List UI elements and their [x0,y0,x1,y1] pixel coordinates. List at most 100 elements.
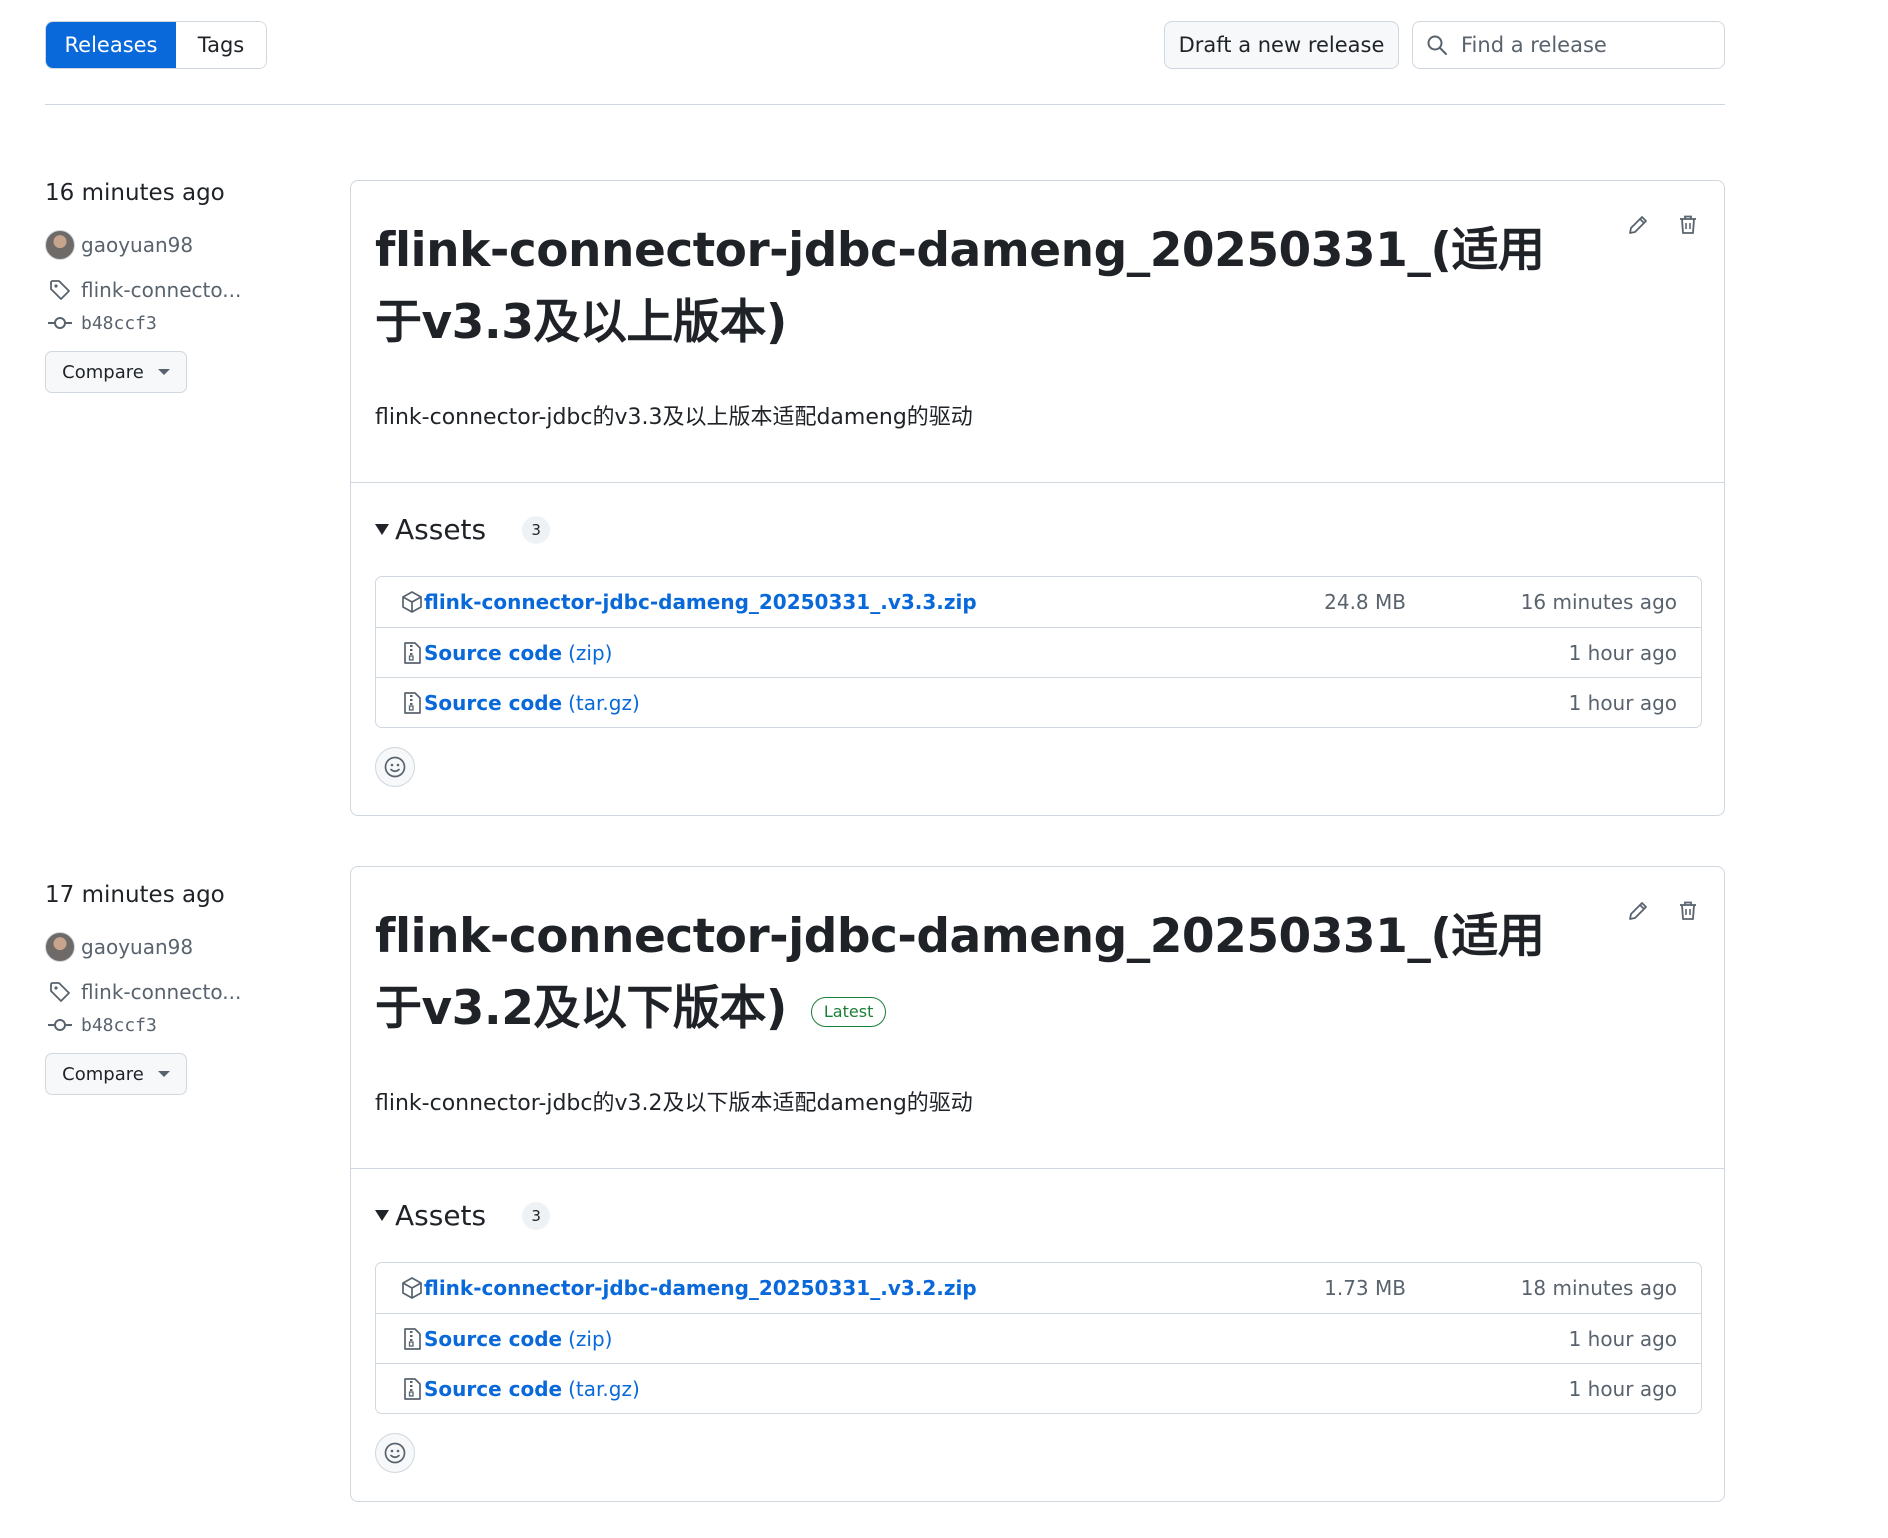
release-time: 17 minutes ago [45,882,225,908]
file-zip-icon [404,691,421,714]
edit-release-button[interactable] [1622,209,1654,241]
author-name[interactable]: gaoyuan98 [81,935,193,959]
card-divider [351,1168,1724,1169]
avatar [45,230,75,260]
asset-row: Source code (tar.gz) 1 hour ago [376,1363,1701,1413]
asset-link[interactable]: flink-connector-jdbc-dameng_20250331_.v3… [424,1276,977,1300]
release-actions [1622,209,1704,241]
asset-size: 24.8 MB [1324,590,1406,614]
latest-badge: Latest [810,996,887,1027]
release-description: flink-connector-jdbc的v3.2及以下版本适配dameng的驱… [375,1091,973,1116]
commit-sha[interactable]: b48ccf3 [81,1015,157,1036]
search-input[interactable] [1459,32,1709,58]
asset-size: 1.73 MB [1324,1276,1406,1300]
compare-button[interactable]: Compare [45,1053,187,1095]
tag-icon [50,280,70,300]
release-title-text[interactable]: flink-connector-jdbc-dameng_20250331_(适用… [375,909,1545,1036]
release-commit[interactable]: b48ccf3 [45,1010,157,1040]
asset-row: Source code (zip) 1 hour ago [376,627,1701,677]
asset-ext[interactable]: (zip) [568,641,612,665]
pencil-icon [1629,216,1647,234]
asset-ext[interactable]: (zip) [568,1327,612,1351]
assets-label: Assets [395,1199,487,1232]
asset-time: 1 hour ago [1568,640,1677,665]
triangle-down-icon [375,1210,389,1221]
release-description: flink-connector-jdbc的v3.3及以上版本适配dameng的驱… [375,405,973,430]
release-title[interactable]: flink-connector-jdbc-dameng_20250331_(适用… [375,215,1575,359]
avatar [45,932,75,962]
release-author[interactable]: gaoyuan98 [45,230,193,260]
package-icon [402,1277,422,1299]
asset-time: 1 hour ago [1568,1326,1677,1351]
asset-link[interactable]: flink-connector-jdbc-dameng_20250331_.v3… [424,590,977,614]
header-divider [45,104,1725,105]
assets-count-badge: 3 [522,1201,551,1230]
release-tag[interactable]: flink-connecto... [45,977,241,1007]
release-card: flink-connector-jdbc-dameng_20250331_(适用… [350,180,1725,816]
pencil-icon [1629,902,1647,920]
tab-tags[interactable]: Tags [176,22,266,68]
package-icon [402,591,422,613]
edit-release-button[interactable] [1622,895,1654,927]
assets-count-badge: 3 [522,515,551,544]
find-release-search[interactable] [1412,21,1725,69]
tag-name[interactable]: flink-connecto... [81,980,241,1004]
caret-down-icon [157,1071,170,1077]
triangle-down-icon [375,524,389,535]
compare-button[interactable]: Compare [45,351,187,393]
release-actions [1622,895,1704,927]
asset-row: flink-connector-jdbc-dameng_20250331_.v3… [376,1263,1701,1313]
assets-toggle[interactable]: Assets 3 [375,1199,551,1232]
asset-time: 1 hour ago [1568,690,1677,715]
draft-new-release-button[interactable]: Draft a new release [1164,21,1399,69]
asset-time: 1 hour ago [1568,1376,1677,1401]
add-reaction-button[interactable] [375,1433,415,1473]
release-card: flink-connector-jdbc-dameng_20250331_(适用… [350,866,1725,1502]
release-title[interactable]: flink-connector-jdbc-dameng_20250331_(适用… [375,901,1575,1045]
asset-row: Source code (tar.gz) 1 hour ago [376,677,1701,727]
releases-toolbar: Releases Tags Draft a new release [45,21,1725,69]
git-commit-icon [48,317,72,329]
tag-icon [50,982,70,1002]
asset-ext[interactable]: (tar.gz) [568,691,640,715]
release-author[interactable]: gaoyuan98 [45,932,193,962]
asset-row: flink-connector-jdbc-dameng_20250331_.v3… [376,577,1701,627]
source-targz-link[interactable]: Source code [424,1377,562,1401]
release-title-text[interactable]: flink-connector-jdbc-dameng_20250331_(适用… [375,223,1545,350]
caret-down-icon [157,369,170,375]
add-reaction-button[interactable] [375,747,415,787]
delete-release-button[interactable] [1672,209,1704,241]
asset-ext[interactable]: (tar.gz) [568,1377,640,1401]
assets-label: Assets [395,513,487,546]
compare-label: Compare [62,1063,144,1085]
release-time: 16 minutes ago [45,180,225,206]
assets-toggle[interactable]: Assets 3 [375,513,551,546]
assets-list: flink-connector-jdbc-dameng_20250331_.v3… [375,576,1702,728]
search-icon [1427,35,1447,55]
card-divider [351,482,1724,483]
source-zip-link[interactable]: Source code [424,1327,562,1351]
git-commit-icon [48,1019,72,1031]
releases-tags-switch: Releases Tags [45,21,267,69]
source-zip-link[interactable]: Source code [424,641,562,665]
release-tag[interactable]: flink-connecto... [45,275,241,305]
tag-name[interactable]: flink-connecto... [81,278,241,302]
trash-icon [1680,901,1696,920]
author-name[interactable]: gaoyuan98 [81,233,193,257]
asset-row: Source code (zip) 1 hour ago [376,1313,1701,1363]
asset-time: 16 minutes ago [1520,590,1677,614]
release-commit[interactable]: b48ccf3 [45,308,157,338]
tab-releases[interactable]: Releases [46,22,176,68]
source-targz-link[interactable]: Source code [424,691,562,715]
asset-time: 18 minutes ago [1520,1276,1677,1300]
smiley-icon [384,756,406,778]
commit-sha[interactable]: b48ccf3 [81,313,157,334]
file-zip-icon [404,641,421,664]
compare-label: Compare [62,361,144,383]
file-zip-icon [404,1377,421,1400]
file-zip-icon [404,1327,421,1350]
assets-list: flink-connector-jdbc-dameng_20250331_.v3… [375,1262,1702,1414]
delete-release-button[interactable] [1672,895,1704,927]
trash-icon [1680,215,1696,234]
smiley-icon [384,1442,406,1464]
